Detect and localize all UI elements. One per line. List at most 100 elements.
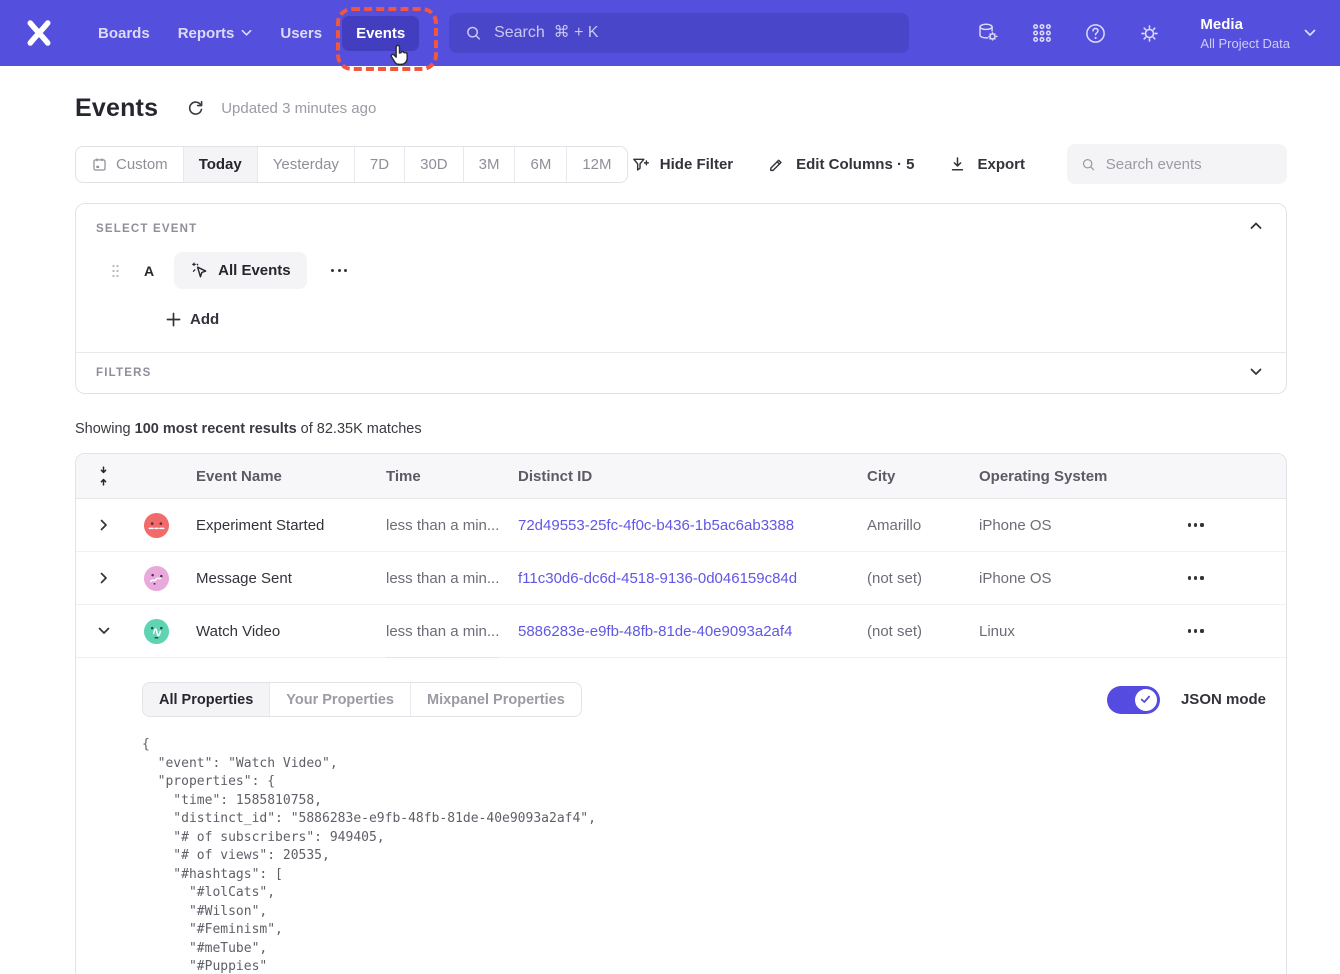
tab-mixpanel-properties[interactable]: Mixpanel Properties [411, 683, 581, 716]
event-avatar [143, 565, 170, 592]
table-header-row: Event Name Time Distinct ID City Operati… [76, 454, 1286, 499]
properties-tabs: All Properties Your Properties Mixpanel … [142, 682, 582, 717]
event-os: iPhone OS [964, 570, 1171, 587]
apps-grid-icon[interactable] [1030, 22, 1053, 45]
data-management-icon[interactable] [976, 22, 999, 45]
row-more-icon[interactable] [1171, 629, 1286, 632]
export-label: Export [977, 156, 1025, 173]
project-selector[interactable]: Media All Project Data [1200, 15, 1316, 52]
search-events-input[interactable] [1106, 156, 1273, 173]
collapse-all-rows-icon[interactable] [76, 465, 131, 487]
distinct-id-link[interactable]: 5886283e-e9fb-48fb-81de-40e9093a2af4 [518, 623, 792, 640]
filters-label: FILTERS [96, 367, 1266, 379]
expand-row-icon[interactable] [76, 572, 131, 584]
drag-handle-icon[interactable] [109, 263, 122, 279]
query-builder-card: SELECT EVENT A A [75, 203, 1287, 394]
event-name: Message Sent [181, 570, 371, 587]
range-custom[interactable]: Custom [76, 147, 184, 182]
event-json-viewer[interactable]: { "event": "Watch Video", "properties": … [142, 736, 1266, 974]
global-search[interactable] [449, 13, 909, 53]
export-button[interactable]: Export [948, 155, 1025, 174]
event-selector-pill[interactable]: All Events [174, 252, 307, 289]
nav-item-boards-label: Boards [98, 25, 150, 42]
range-7d[interactable]: 7D [355, 147, 405, 182]
collapse-row-icon[interactable] [76, 627, 131, 635]
updated-timestamp: Updated 3 minutes ago [221, 100, 376, 117]
expand-row-icon[interactable] [76, 519, 131, 531]
edit-columns-label: Edit Columns · 5 [796, 156, 914, 173]
column-header-os[interactable]: Operating System [964, 468, 1171, 485]
table-row[interactable]: Experiment Started less than a min... 72… [76, 499, 1286, 552]
edit-columns-button[interactable]: Edit Columns · 5 [767, 155, 914, 174]
nav-item-events[interactable]: Events [342, 16, 419, 51]
range-today-label: Today [199, 156, 242, 173]
help-icon[interactable] [1084, 22, 1107, 45]
event-time: less than a min... [371, 623, 503, 640]
expand-filters-icon[interactable] [1246, 364, 1266, 380]
column-header-city[interactable]: City [852, 468, 964, 485]
time-cell-underline [386, 657, 499, 658]
calendar-icon [91, 156, 108, 173]
date-range-picker: Custom Today Yesterday 7D 30D 3M 6M 12M [75, 146, 628, 183]
results-summary: Showing 100 most recent results of 82.35… [75, 421, 1287, 437]
row-more-icon[interactable] [1171, 576, 1286, 579]
event-name: Experiment Started [181, 517, 371, 534]
nav-item-boards[interactable]: Boards [84, 16, 164, 51]
chevron-down-icon [241, 29, 252, 37]
results-summary-suffix: of 82.35K matches [297, 421, 422, 437]
event-properties-panel: All Properties Your Properties Mixpanel … [76, 658, 1286, 974]
nav-item-users[interactable]: Users [266, 16, 336, 51]
range-12m[interactable]: 12M [567, 147, 626, 182]
plus-icon [166, 312, 181, 327]
mixpanel-logo-icon[interactable] [24, 18, 54, 48]
search-events-box[interactable] [1067, 144, 1287, 184]
project-name: Media [1200, 15, 1290, 35]
row-more-icon[interactable] [1171, 523, 1286, 526]
filters-section[interactable]: FILTERS [76, 352, 1286, 393]
table-row[interactable]: Message Sent less than a min... f11c30d6… [76, 552, 1286, 605]
tab-all-properties[interactable]: All Properties [143, 683, 270, 716]
clause-more-icon[interactable] [322, 261, 357, 280]
distinct-id-link[interactable]: 72d49553-25fc-4f0c-b436-1b5ac6ab3388 [518, 517, 794, 534]
column-header-event-name[interactable]: Event Name [181, 468, 371, 485]
refresh-icon[interactable] [186, 99, 205, 118]
project-scope: All Project Data [1200, 35, 1290, 52]
column-header-time[interactable]: Time [371, 468, 503, 485]
column-header-distinct-id[interactable]: Distinct ID [503, 468, 852, 485]
page-title: Events [75, 94, 158, 123]
select-event-label: SELECT EVENT [96, 223, 1266, 235]
event-city: (not set) [852, 623, 964, 640]
hide-filter-button[interactable]: Hide Filter [631, 155, 733, 174]
event-city: Amarillo [852, 517, 964, 534]
json-mode-label: JSON mode [1181, 691, 1266, 708]
search-icon [465, 24, 482, 42]
pencil-icon [767, 155, 786, 174]
event-time: less than a min... [371, 517, 503, 534]
range-yesterday[interactable]: Yesterday [258, 147, 355, 182]
event-pill-label: All Events [218, 262, 291, 279]
json-mode-toggle[interactable] [1107, 686, 1160, 714]
event-name: Watch Video [181, 623, 371, 640]
event-clause-row: A All Events [96, 252, 1266, 289]
event-os: Linux [964, 623, 1171, 640]
event-os: iPhone OS [964, 517, 1171, 534]
table-row-expanded[interactable]: Watch Video less than a min... 5886283e-… [76, 605, 1286, 658]
settings-gear-icon[interactable] [1138, 22, 1161, 45]
add-event-button[interactable]: Add [166, 311, 219, 328]
global-search-input[interactable] [494, 24, 893, 42]
range-12m-label: 12M [582, 156, 611, 173]
range-3m-label: 3M [479, 156, 500, 173]
range-6m[interactable]: 6M [515, 147, 567, 182]
range-today[interactable]: Today [184, 147, 258, 182]
range-7d-label: 7D [370, 156, 389, 173]
range-30d[interactable]: 30D [405, 147, 464, 182]
event-avatar [143, 618, 170, 645]
top-navbar: Boards Reports Users Events [0, 0, 1340, 66]
range-3m[interactable]: 3M [464, 147, 516, 182]
nav-item-reports[interactable]: Reports [164, 16, 267, 51]
event-avatar [143, 512, 170, 539]
range-yesterday-label: Yesterday [273, 156, 339, 173]
collapse-section-icon[interactable] [1246, 218, 1266, 234]
tab-your-properties[interactable]: Your Properties [270, 683, 411, 716]
distinct-id-link[interactable]: f11c30d6-dc6d-4518-9136-0d046159c84d [518, 570, 797, 587]
